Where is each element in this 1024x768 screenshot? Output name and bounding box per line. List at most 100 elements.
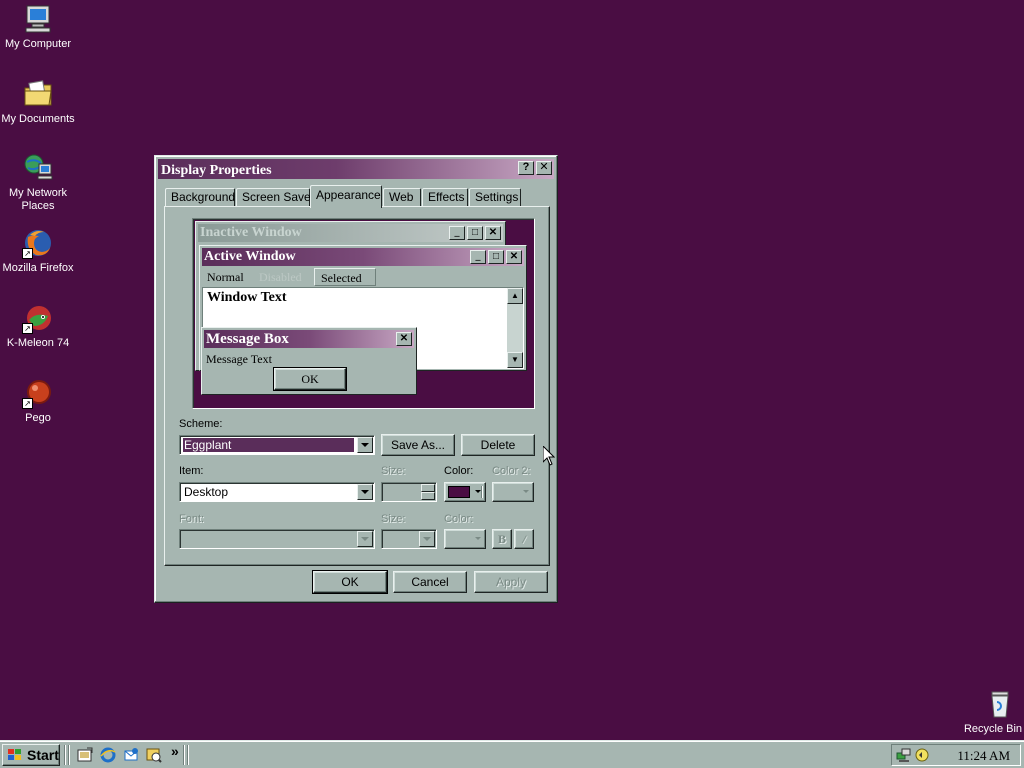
chevron-down-icon[interactable] — [419, 531, 435, 547]
delete-button[interactable]: Delete — [461, 434, 535, 456]
channels-icon[interactable] — [146, 747, 162, 763]
quick-launch-more-icon[interactable]: » — [171, 743, 179, 759]
preview-window-text: Window Text — [207, 290, 287, 305]
taskbar-separator — [68, 745, 70, 765]
maximize-icon: □ — [467, 226, 483, 240]
item-color2-button[interactable] — [492, 482, 534, 502]
scroll-down-icon: ▼ — [507, 352, 523, 368]
taskbar: Start » 11:24 AM — [0, 740, 1024, 768]
desktop-icon-recycle-bin[interactable]: Recycle Bin — [962, 688, 1024, 736]
chevron-down-icon — [475, 490, 481, 493]
recycle-bin-icon — [984, 688, 1016, 720]
volume-tray-icon[interactable] — [914, 747, 930, 763]
appearance-preview: Inactive Window _ □ ✕ Active Window _ □ … — [192, 218, 535, 409]
item-color-button[interactable] — [444, 482, 486, 502]
item-color2-label: Color 2: — [492, 465, 531, 477]
item-color-label: Color: — [444, 465, 474, 477]
internet-explorer-icon[interactable] — [100, 747, 116, 763]
outlook-express-icon[interactable] — [123, 747, 139, 763]
chevron-down-icon — [475, 537, 481, 540]
show-desktop-icon[interactable] — [77, 747, 93, 763]
chevron-down-icon[interactable] — [357, 437, 373, 453]
ok-button[interactable]: OK — [312, 570, 388, 594]
tab-web[interactable]: Web — [383, 188, 421, 207]
scroll-up-icon: ▲ — [507, 288, 523, 304]
item-value: Desktop — [184, 485, 229, 499]
system-tray: 11:24 AM — [891, 744, 1021, 766]
desktop-icon-pego[interactable]: ↗ Pego — [0, 377, 76, 425]
tab-appearance[interactable]: Appearance — [310, 185, 382, 208]
mouse-cursor-icon — [542, 444, 556, 466]
font-color-button[interactable] — [444, 529, 486, 549]
bold-button[interactable]: B — [492, 529, 512, 549]
help-button[interactable]: ? — [518, 161, 534, 175]
network-tray-icon[interactable] — [896, 747, 912, 763]
desktop-icon-my-computer[interactable]: My Computer — [0, 3, 76, 51]
scheme-dropdown[interactable]: Eggplant — [179, 435, 375, 455]
dialog-title: Display Properties — [161, 163, 272, 178]
desktop-icon-label: Mozilla Firefox — [2, 262, 74, 274]
desktop-icon-k-meleon[interactable]: ↗ K-Meleon 74 — [0, 302, 76, 350]
taskbar-separator — [183, 745, 185, 765]
preview-message-text: Message Text — [206, 352, 272, 366]
font-dropdown[interactable] — [179, 529, 375, 549]
taskbar-separator — [64, 745, 66, 765]
tab-effects[interactable]: Effects — [422, 188, 468, 207]
apply-label: Apply — [495, 575, 527, 589]
preview-menu-disabled: Disabled — [259, 270, 302, 284]
desktop-icon-label: My Documents — [1, 113, 75, 125]
cancel-button[interactable]: Cancel — [393, 571, 467, 593]
cancel-label: Cancel — [411, 575, 449, 589]
tab-screen-saver[interactable]: Screen Saver — [236, 188, 315, 207]
close-icon: ✕ — [506, 250, 522, 264]
italic-label: / — [522, 531, 526, 546]
spin-up-icon[interactable] — [421, 484, 435, 492]
chevron-down-icon[interactable] — [357, 484, 373, 500]
close-icon: ✕ — [539, 161, 549, 173]
desktop-icon-my-documents[interactable]: My Documents — [0, 78, 76, 126]
ok-label: OK — [341, 575, 359, 589]
preview-menu-selected: Selected — [314, 268, 376, 286]
item-size-spinner[interactable] — [381, 482, 437, 502]
desktop-icon-label: Pego — [25, 412, 51, 424]
taskbar-separator — [187, 745, 189, 765]
dialog-titlebar[interactable]: Display Properties ? ✕ — [158, 159, 554, 179]
start-button[interactable]: Start — [2, 744, 60, 766]
save-as-button[interactable]: Save As... — [381, 434, 455, 456]
preview-ok-label: OK — [301, 371, 319, 386]
font-color-label: Color: — [444, 513, 474, 525]
preview-message-box: Message Box ✕ Message Text OK — [201, 327, 417, 395]
preview-message-title: Message Box — [206, 331, 289, 347]
tab-background[interactable]: Background — [165, 188, 235, 207]
firefox-icon: ↗ — [22, 227, 54, 259]
minimize-icon: _ — [449, 226, 465, 240]
close-button[interactable]: ✕ — [536, 161, 552, 175]
scheme-value: Eggplant — [183, 438, 354, 452]
chevron-down-icon — [523, 490, 529, 493]
preview-ok-button: OK — [273, 367, 347, 391]
italic-button[interactable]: / — [514, 529, 534, 549]
apply-button[interactable]: Apply — [474, 571, 548, 593]
preview-inactive-title: Inactive Window — [200, 225, 302, 240]
color-swatch — [448, 486, 470, 498]
clock: 11:24 AM — [957, 748, 1010, 763]
desktop-icon-mozilla-firefox[interactable]: ↗ Mozilla Firefox — [0, 227, 76, 275]
windows-logo-icon — [8, 749, 21, 760]
minimize-icon: _ — [470, 250, 486, 264]
font-label: Font: — [179, 513, 205, 525]
chevron-down-icon[interactable] — [357, 531, 373, 547]
help-icon: ? — [522, 161, 530, 173]
desktop-icon-label: K-Meleon 74 — [6, 337, 70, 349]
font-size-label: Size: — [381, 513, 406, 525]
font-size-dropdown[interactable] — [381, 529, 437, 549]
spin-down-icon[interactable] — [421, 492, 435, 500]
computer-icon — [22, 3, 54, 35]
desktop-icon-my-network-places[interactable]: My Network Places — [0, 152, 76, 213]
item-size-label: Size: — [381, 465, 406, 477]
kmeleon-icon: ↗ — [22, 302, 54, 334]
item-dropdown[interactable]: Desktop — [179, 482, 375, 502]
tab-settings[interactable]: Settings — [469, 188, 521, 207]
preview-active-title: Active Window — [204, 249, 296, 264]
display-properties-dialog: Display Properties ? ✕ Background Screen… — [154, 155, 558, 603]
folder-icon — [22, 78, 54, 110]
